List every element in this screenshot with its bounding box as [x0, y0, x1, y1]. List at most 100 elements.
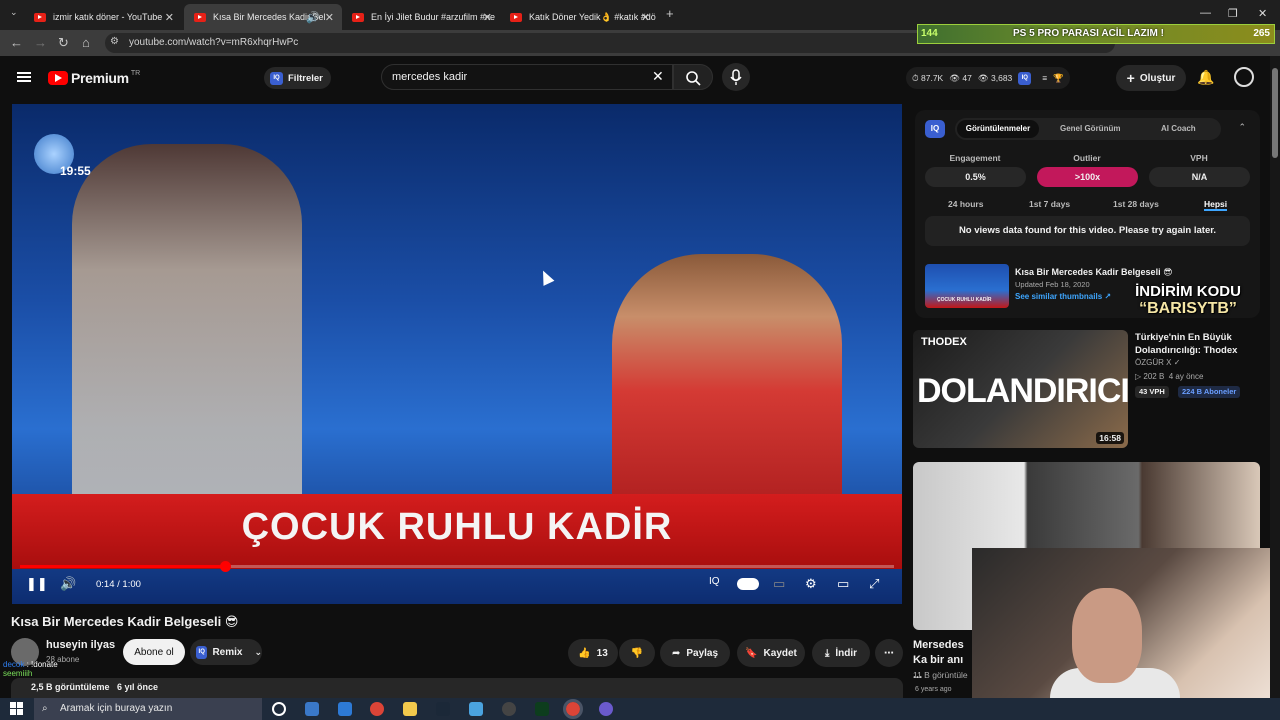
metric-outlier-label: Outlier — [1073, 153, 1101, 163]
recommended-video-thumbnail[interactable]: THODEX DOLANDIRICI 16:58 — [913, 330, 1128, 448]
filters-button[interactable]: IQ Filtreler — [264, 67, 331, 89]
save-button[interactable]: 🔖 Kaydet — [737, 639, 805, 667]
youtube-favicon-icon — [510, 12, 522, 22]
subtitles-icon[interactable]: ▭ — [773, 576, 785, 592]
tab-3[interactable]: En İyi Jilet Budur #arzufilm #ne ✕ — [342, 4, 500, 30]
view-count: 2,5 B görüntüleme — [31, 682, 110, 692]
subscriber-badge: 224 B Aboneler — [1178, 386, 1241, 398]
tab-2[interactable]: Kısa Bir Mercedes Kadir Bel 🔊 ✕ — [184, 4, 342, 30]
search-input[interactable]: mercedes kadir — [381, 64, 673, 90]
tab-4[interactable]: Katık Döner Yedik👌 #katık #dö ✕ — [500, 4, 658, 30]
task-view-icon[interactable] — [272, 702, 286, 716]
tab-1[interactable]: izmir katık döner - YouTube ✕ — [24, 4, 182, 30]
stat-other-value: 3,683 — [991, 72, 1013, 83]
streamer-webcam — [972, 548, 1280, 708]
audio-icon[interactable]: 🔊 — [306, 11, 320, 24]
voice-search-button[interactable] — [722, 63, 750, 91]
chrome-active-icon[interactable] — [563, 699, 583, 719]
taskbar-search-input[interactable]: ⌕ Aramak için buraya yazın — [34, 698, 262, 720]
app-icon[interactable] — [599, 702, 613, 716]
range-7d[interactable]: 1st 7 days — [1029, 199, 1070, 209]
more-actions-button[interactable]: ⋯ — [875, 639, 903, 667]
maximize-icon[interactable]: ❐ — [1228, 7, 1238, 20]
vidiq-player-icon[interactable]: IQ — [709, 576, 720, 587]
new-tab-icon[interactable]: + — [666, 6, 674, 21]
video-player[interactable]: 19:55 ÇOCUK RUHLU KADİR ❚❚ 🔊 0:14 / 1:00… — [12, 104, 902, 604]
theater-mode-icon[interactable]: ▭ — [837, 576, 849, 592]
tab-ai-coach[interactable]: AI Coach — [1161, 124, 1196, 133]
similar-thumbnails-link[interactable]: See similar thumbnails ↗ — [1015, 292, 1111, 301]
steam-icon[interactable] — [436, 702, 450, 716]
store-icon[interactable] — [338, 702, 352, 716]
range-28d[interactable]: 1st 28 days — [1113, 199, 1159, 209]
account-avatar[interactable] — [1234, 67, 1254, 87]
download-button[interactable]: ⤓ İndir — [812, 639, 870, 667]
autoplay-toggle[interactable] — [737, 578, 759, 590]
clear-search-icon[interactable]: ✕ — [652, 68, 664, 85]
obs-icon[interactable] — [502, 702, 516, 716]
volume-icon[interactable]: 🔊 — [60, 576, 76, 592]
youtube-premium-logo[interactable]: Premium TR — [48, 70, 140, 86]
video-description-box[interactable]: 2,5 B görüntüleme 6 yıl önce — [11, 678, 903, 698]
list-icon[interactable]: ≡ — [1042, 73, 1047, 83]
like-button[interactable]: 👍 13 — [568, 639, 618, 667]
scrollbar-thumb[interactable] — [1272, 68, 1278, 158]
close-window-icon[interactable]: ✕ — [1258, 7, 1267, 20]
pause-icon[interactable]: ❚❚ — [26, 576, 48, 592]
vidiq-logo-icon: IQ — [925, 120, 945, 138]
home-icon[interactable]: ⌂ — [82, 35, 90, 50]
chat-message: decok : !donate — [3, 660, 58, 669]
file-explorer-icon[interactable] — [403, 702, 417, 716]
subscribe-button[interactable]: Abone ol — [123, 639, 185, 665]
minimize-icon[interactable]: — — [1200, 7, 1211, 19]
create-button[interactable]: + Oluştur — [1116, 65, 1186, 91]
hamburger-menu-icon[interactable] — [17, 72, 31, 82]
app-icon[interactable] — [305, 702, 319, 716]
chrome-icon[interactable] — [370, 702, 384, 716]
mouse-cursor-icon — [537, 268, 555, 286]
goal-current: 144 — [921, 28, 938, 39]
range-24h[interactable]: 24 hours — [948, 199, 983, 209]
share-button[interactable]: ➦ Paylaş — [660, 639, 730, 667]
close-tab-icon[interactable]: ✕ — [641, 11, 650, 24]
recommended-video-title[interactable]: Türkiye'nin En Büyük Dolandırıcılığı: Th… — [1135, 331, 1260, 357]
tab-search-icon[interactable]: ⌄ — [10, 7, 18, 18]
close-tab-icon[interactable]: ✕ — [325, 11, 334, 24]
vidiq-stats-bar[interactable]: ⏱ 87.7K 👁 47 👁 3,683 IQ ≡ 🏆 — [906, 67, 1070, 89]
app-icon[interactable] — [535, 702, 549, 716]
channel-name[interactable]: huseyin ilyas — [46, 639, 115, 651]
reload-icon[interactable]: ↻ — [58, 35, 69, 51]
site-info-icon[interactable]: ⚙ — [110, 36, 119, 47]
seek-handle[interactable] — [220, 561, 232, 572]
tab-views[interactable]: Görüntülenmeler — [957, 120, 1039, 138]
forward-icon[interactable]: → — [34, 35, 47, 50]
seek-bar[interactable] — [20, 561, 894, 572]
close-tab-icon[interactable]: ✕ — [483, 11, 492, 24]
vidiq-icon[interactable]: IQ — [1018, 71, 1032, 85]
tab-title: En İyi Jilet Budur #arzufilm #ne — [371, 12, 496, 22]
notifications-bell-icon[interactable]: 🔔 — [1197, 69, 1214, 86]
settings-gear-icon[interactable]: ⚙ — [805, 576, 817, 592]
fullscreen-icon[interactable]: ⤢ — [869, 576, 879, 592]
dislike-button[interactable]: 👎 — [619, 639, 655, 667]
stream-goal-banner: 144 PS 5 PRO PARASI ACİL LAZIM ! 265 — [917, 24, 1275, 44]
close-tab-icon[interactable]: ✕ — [165, 11, 174, 24]
remix-label: Remix — [212, 646, 243, 658]
recommended-channel[interactable]: ÖZGÜR X ✓ — [1135, 358, 1180, 367]
subscribe-label: Abone ol — [134, 646, 174, 658]
vidiq-updated-date: Updated Feb 18, 2020 — [1015, 280, 1090, 289]
chevron-down-icon: ⌄ — [254, 646, 262, 657]
trophy-icon[interactable]: 🏆 — [1053, 73, 1064, 84]
collapse-icon[interactable]: ⌃ — [1238, 122, 1246, 133]
app-icon[interactable] — [469, 702, 483, 716]
remix-button[interactable]: IQ Remix ⌄ — [190, 639, 262, 665]
tab-overview[interactable]: Genel Görünüm — [1060, 124, 1120, 133]
search-button[interactable] — [673, 64, 713, 90]
youtube-favicon-icon — [194, 12, 206, 22]
windows-start-icon[interactable] — [10, 702, 23, 715]
vph-badge: 43 VPH — [1135, 386, 1169, 398]
back-icon[interactable]: ← — [10, 35, 23, 50]
page-scrollbar[interactable] — [1270, 56, 1280, 698]
range-all[interactable]: Hepsi — [1204, 199, 1228, 211]
stream-chat-overlay: decok : !donate seemiiih — [3, 660, 58, 678]
